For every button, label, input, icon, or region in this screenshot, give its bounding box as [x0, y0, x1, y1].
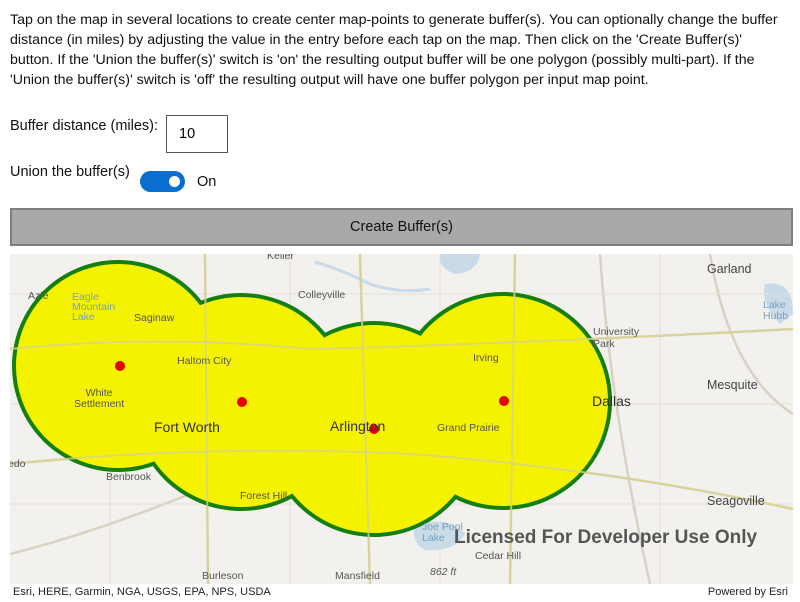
- union-toggle[interactable]: [140, 171, 185, 192]
- map-point: [237, 397, 247, 407]
- map-view[interactable]: Keller Garland Colleyville Azle Eagle Mo…: [10, 254, 793, 584]
- map-label: Colleyville: [298, 289, 346, 301]
- map-label: Lake Hubb: [763, 299, 789, 322]
- map-label: Irving: [473, 352, 499, 364]
- developer-watermark: Licensed For Developer Use Only: [454, 527, 758, 548]
- map-attribution: Esri, HERE, Garmin, NGA, USGS, EPA, NPS,…: [13, 586, 271, 598]
- map-label: University Park: [593, 326, 640, 350]
- map-label: Azle: [28, 290, 49, 302]
- map-label: Dallas: [592, 393, 631, 409]
- union-state-label: On: [197, 174, 217, 190]
- union-label: Union the buffer(s): [10, 164, 130, 180]
- map-label: White Settlement: [74, 387, 125, 410]
- create-buffers-button[interactable]: Create Buffer(s): [10, 208, 793, 246]
- map-label: edo: [10, 458, 26, 470]
- map-label: Arlington: [330, 418, 386, 434]
- map-label: Benbrook: [106, 471, 151, 483]
- map-label: Forest Hill: [240, 490, 288, 502]
- map-label: 862 ft: [430, 566, 457, 578]
- map-label: Fort Worth: [154, 419, 220, 435]
- map-label: Burleson: [202, 570, 244, 582]
- grapevine-lake: [439, 254, 480, 274]
- map-label: Grand Prairie: [437, 422, 500, 434]
- map-label: Keller: [267, 254, 294, 262]
- map-label: Eagle Mountain Lake: [72, 291, 116, 323]
- instructions-text: Tap on the map in several locations to c…: [10, 12, 778, 88]
- map-label: Garland: [707, 262, 752, 276]
- map-point: [115, 361, 125, 371]
- buffer-distance-label: Buffer distance (miles):: [10, 118, 159, 134]
- map-label: Saginaw: [134, 312, 175, 324]
- bear-creek: [314, 260, 431, 293]
- buffer-distance-input[interactable]: [166, 115, 228, 153]
- map-label: Mansfield: [335, 570, 380, 582]
- powered-by-esri: Powered by Esri: [707, 586, 788, 598]
- map-label: Seagoville: [707, 494, 765, 508]
- map-label: Haltom City: [177, 355, 232, 367]
- toggle-knob: [169, 176, 180, 187]
- map-point: [499, 396, 509, 406]
- map-label: Cedar Hill: [475, 550, 522, 562]
- map-label: Mesquite: [707, 378, 758, 392]
